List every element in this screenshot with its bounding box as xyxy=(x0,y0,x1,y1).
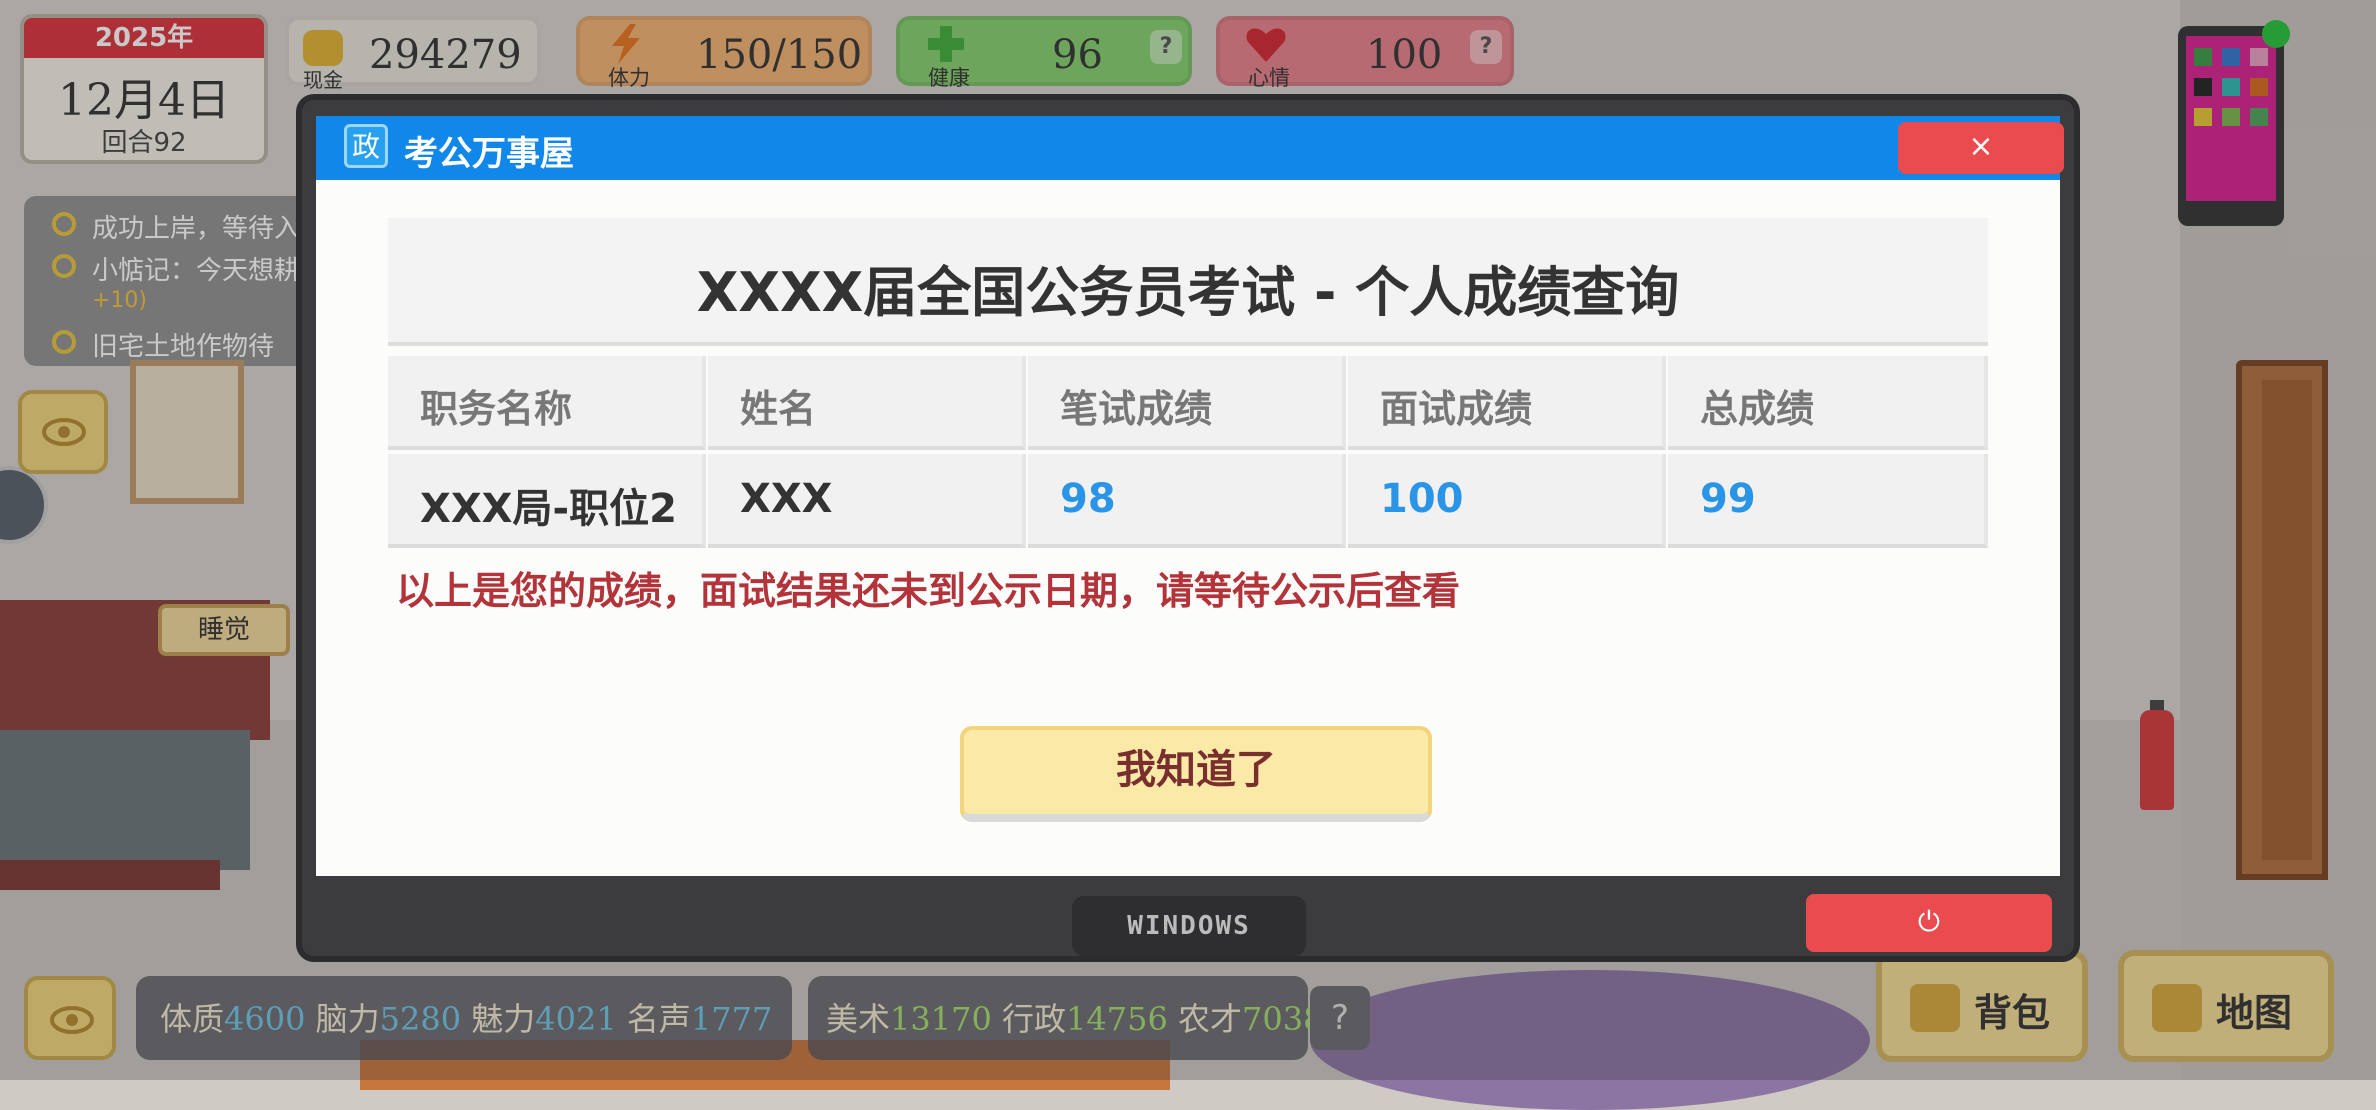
result-notice: 以上是您的成绩，面试结果还未到公示日期，请等待公示后查看 xyxy=(396,569,1461,613)
result-heading: XXXX届全国公务员考试 - 个人成绩查询 xyxy=(696,261,1680,324)
window-title: 考公万事屋 xyxy=(404,134,574,174)
written-score: 98 xyxy=(1060,476,1116,522)
column-header-name: 姓名 xyxy=(740,387,817,431)
table-cell: 100 xyxy=(1348,454,1666,548)
column-header: 职务名称 xyxy=(388,356,706,450)
column-header: 姓名 xyxy=(708,356,1026,450)
window-titlebar: 政 考公万事屋 × xyxy=(316,116,2064,180)
os-label: WINDOWS xyxy=(1072,896,1306,956)
result-heading-box: XXXX届全国公务员考试 - 个人成绩查询 xyxy=(388,218,1988,346)
column-header-interview: 面试成绩 xyxy=(1380,387,1533,431)
close-button[interactable]: × xyxy=(1898,122,2064,174)
exam-result-window: 政 考公万事屋 × XXXX届全国公务员考试 - 个人成绩查询 职务名称 姓名 … xyxy=(296,94,2080,962)
interview-score: 100 xyxy=(1380,476,1464,522)
table-cell: 99 xyxy=(1668,454,1988,548)
column-header: 总成绩 xyxy=(1668,356,1988,450)
table-cell: 98 xyxy=(1028,454,1346,548)
table-cell: XXX xyxy=(708,454,1026,548)
column-header-position: 职务名称 xyxy=(420,387,573,431)
column-header: 笔试成绩 xyxy=(1028,356,1346,450)
column-header-written: 笔试成绩 xyxy=(1060,387,1213,431)
column-header: 面试成绩 xyxy=(1348,356,1666,450)
window-content: XXXX届全国公务员考试 - 个人成绩查询 职务名称 姓名 笔试成绩 面试成绩 … xyxy=(316,180,2060,876)
acknowledge-button[interactable]: 我知道了 xyxy=(960,726,1432,822)
total-score: 99 xyxy=(1700,476,1756,522)
government-app-icon: 政 xyxy=(344,124,388,168)
name-value: XXX xyxy=(740,476,833,522)
column-header-total: 总成绩 xyxy=(1700,387,1815,431)
table-cell: XXX局-职位2 xyxy=(388,454,706,548)
position-value: XXX局-职位2 xyxy=(420,486,677,532)
power-button[interactable]: ⏻ xyxy=(1806,894,2052,952)
